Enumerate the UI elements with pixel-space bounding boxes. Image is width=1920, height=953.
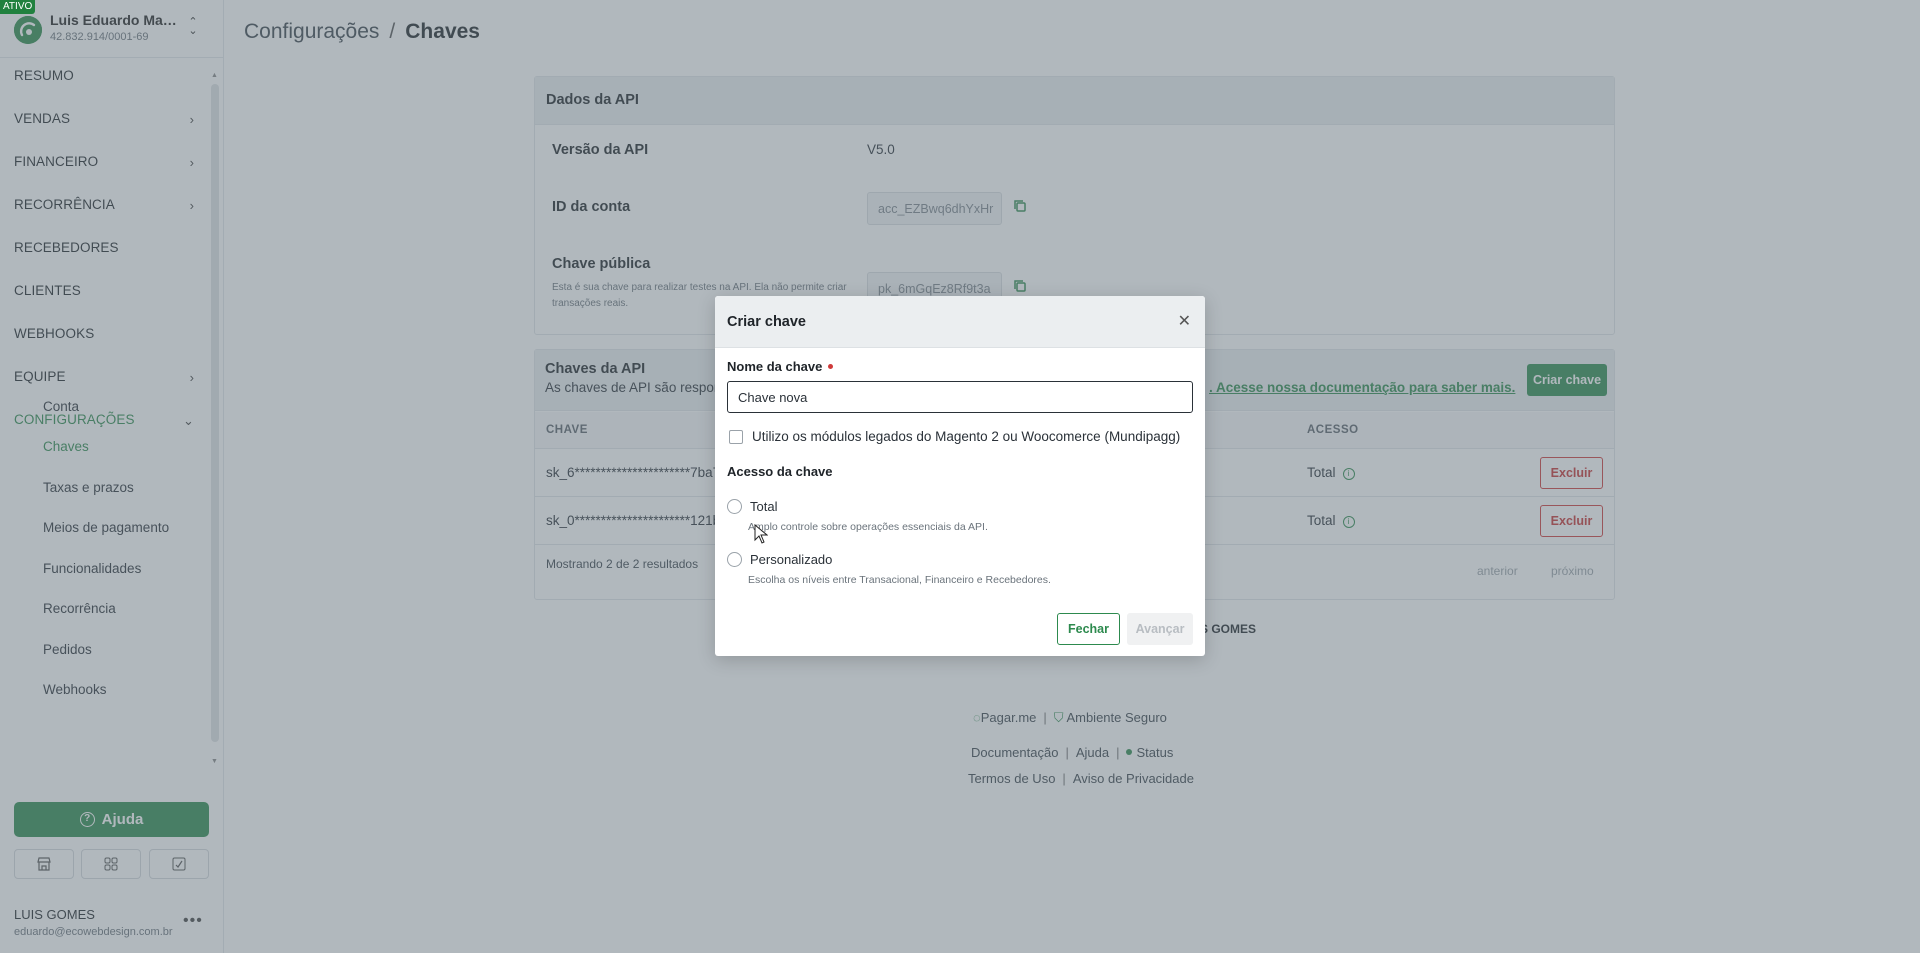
close-button[interactable]: Fechar	[1057, 613, 1120, 645]
required-indicator	[828, 364, 834, 369]
access-custom-desc: Escolha os níveis entre Transacional, Fi…	[748, 574, 1051, 586]
status-badge: ATIVO	[0, 0, 36, 14]
access-total-label[interactable]: Total	[750, 499, 777, 514]
modal-title: Criar chave	[727, 314, 806, 330]
access-custom-radio[interactable]	[727, 552, 742, 567]
key-access-label: Acesso da chave	[727, 464, 833, 479]
close-icon[interactable]: ✕	[1178, 311, 1191, 331]
mouse-cursor-icon	[754, 524, 768, 544]
access-total-radio[interactable]	[727, 499, 742, 514]
key-name-label-text: Nome da chave	[727, 359, 823, 374]
legacy-modules-label[interactable]: Utilizo os módulos legados do Magento 2 …	[752, 429, 1180, 444]
key-name-input[interactable]	[727, 381, 1193, 413]
create-key-modal: Criar chave ✕ Nome da chave Utilizo os m…	[715, 296, 1205, 656]
legacy-modules-checkbox[interactable]	[729, 430, 743, 444]
access-custom-label[interactable]: Personalizado	[750, 552, 832, 567]
modal-header: Criar chave ✕	[715, 296, 1205, 348]
next-button[interactable]: Avançar	[1127, 613, 1193, 645]
access-total-desc: Amplo controle sobre operações essenciai…	[748, 521, 988, 533]
key-name-label: Nome da chave	[727, 359, 834, 374]
